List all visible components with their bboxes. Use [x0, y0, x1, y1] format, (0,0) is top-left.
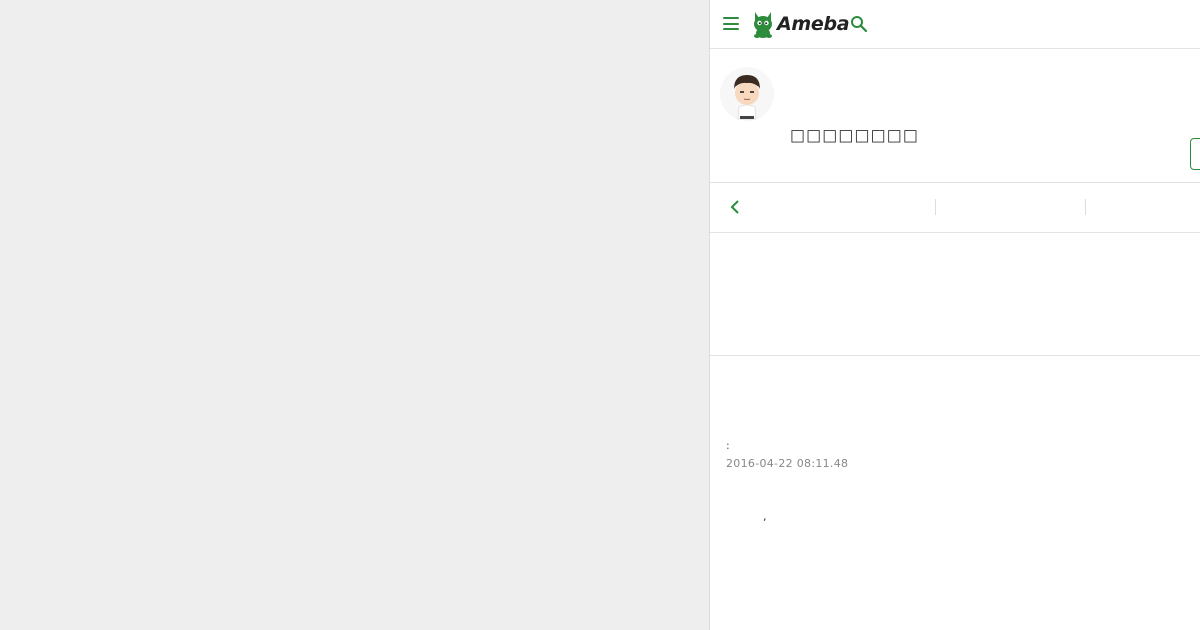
blog-title[interactable]: □□□□□□□□: [790, 126, 919, 145]
blog-profile-header: □□□□□□□□: [710, 49, 1200, 183]
page-background: [0, 0, 709, 630]
top-header: Ameba: [710, 0, 1200, 49]
article-body: ,: [763, 510, 767, 523]
brand-name: Ameba: [777, 13, 850, 35]
article-meta-label: :: [726, 439, 730, 452]
user-avatar-icon[interactable]: [720, 67, 774, 121]
nav-divider: [935, 199, 936, 215]
ameba-logo[interactable]: Ameba: [752, 10, 850, 38]
article-navigation: [710, 183, 1200, 233]
ad-slot: [710, 233, 1200, 356]
search-icon[interactable]: [850, 15, 868, 33]
chevron-left-icon[interactable]: [728, 199, 742, 215]
article-date: 2016-04-22 08:11.48: [726, 457, 849, 470]
hamburger-menu-icon[interactable]: [723, 17, 739, 30]
follow-button[interactable]: [1190, 138, 1200, 170]
ameba-mascot-icon: [754, 12, 772, 38]
blog-page: Ameba □□□□□□□□ : 2016-04-22 08:11.48 ,: [709, 0, 1200, 630]
nav-divider: [1085, 199, 1086, 215]
